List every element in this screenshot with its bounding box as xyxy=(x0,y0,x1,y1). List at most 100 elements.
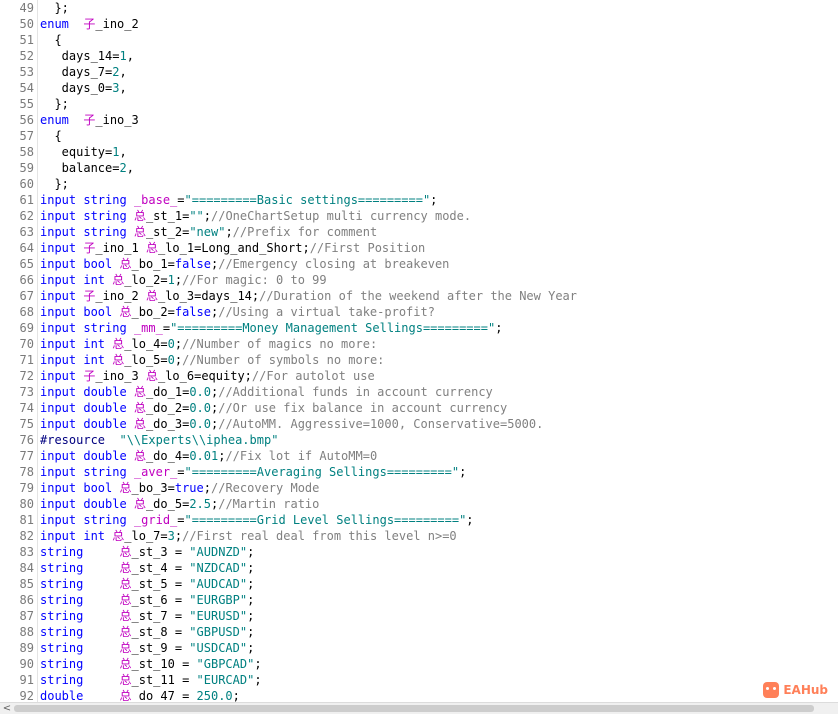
code-line[interactable]: 67 input 子_ino_2 总_lo_3=days_14;//Duratio… xyxy=(0,288,838,304)
code-line[interactable]: 89 string 总_st_9 = "USDCAD"; xyxy=(0,640,838,656)
line-source[interactable]: input 子_ino_1 总_lo_1=Long_and_Short;//Fi… xyxy=(40,240,425,256)
line-source[interactable]: input double 总_do_1=0.0;//Additional fun… xyxy=(40,384,493,400)
line-source[interactable]: }; xyxy=(40,176,68,192)
line-source[interactable]: enum 子_ino_2 xyxy=(40,16,139,32)
line-source[interactable]: equity=1, xyxy=(40,144,127,160)
code-line[interactable]: 80 input double 总_do_5=2.5;//Martin ratio xyxy=(0,496,838,512)
line-source[interactable]: { xyxy=(40,128,61,144)
line-source[interactable]: days_0=3, xyxy=(40,80,127,96)
line-source[interactable]: input string 总_st_1="";//OneChartSetup m… xyxy=(40,208,471,224)
code-line[interactable]: 64 input 子_ino_1 总_lo_1=Long_and_Short;//… xyxy=(0,240,838,256)
code-line[interactable]: 85 string 总_st_5 = "AUDCAD"; xyxy=(0,576,838,592)
code-token: _base_ xyxy=(133,193,178,207)
scrollbar-thumb[interactable] xyxy=(14,705,814,712)
code-line[interactable]: 49 }; xyxy=(0,0,838,16)
line-source[interactable]: input double 总_do_4=0.01;//Fix lot if Au… xyxy=(40,448,377,464)
line-source[interactable]: string 总_st_11 = "EURCAD"; xyxy=(40,672,262,688)
line-source[interactable]: input bool 总_bo_1=false;//Emergency clos… xyxy=(40,256,449,272)
code-token: _do_5= xyxy=(145,497,190,511)
code-token: ; xyxy=(247,641,255,655)
code-line[interactable]: 59 balance=2, xyxy=(0,160,838,176)
line-source[interactable]: string 总_st_6 = "EURGBP"; xyxy=(40,592,254,608)
code-line[interactable]: 50 enum 子_ino_2 xyxy=(0,16,838,32)
horizontal-scrollbar[interactable]: < xyxy=(0,702,838,714)
scroll-left-arrow-icon[interactable]: < xyxy=(2,703,12,714)
code-line[interactable]: 53 days_7=2, xyxy=(0,64,838,80)
line-source[interactable]: input string _mm_="=========Money Manage… xyxy=(40,320,502,336)
line-source[interactable]: input string _aver_="=========Averaging … xyxy=(40,464,466,480)
code-line[interactable]: 70 input int 总_lo_4=0;//Number of magics … xyxy=(0,336,838,352)
code-line[interactable]: 57 { xyxy=(0,128,838,144)
line-source[interactable]: enum 子_ino_3 xyxy=(40,112,139,128)
line-source[interactable]: }; xyxy=(40,96,68,112)
code-token: , xyxy=(119,145,127,159)
line-number: 87 xyxy=(19,609,34,623)
line-source[interactable]: string 总_st_7 = "EURUSD"; xyxy=(40,608,254,624)
line-source[interactable]: days_14=1, xyxy=(40,48,134,64)
code-token: _st_4 = xyxy=(131,561,190,575)
code-line[interactable]: 73 input double 总_do_1=0.0;//Additional f… xyxy=(0,384,838,400)
line-source[interactable]: input string _grid_="=========Grid Level… xyxy=(40,512,474,528)
line-source[interactable]: #resource "\\Experts\\iphea.bmp" xyxy=(40,432,278,448)
line-source[interactable]: input string _base_="=========Basic sett… xyxy=(40,192,437,208)
code-line[interactable]: 83 string 总_st_3 = "AUDNZD"; xyxy=(0,544,838,560)
code-line[interactable]: 79 input bool 总_bo_3=true;//Recovery Mode xyxy=(0,480,838,496)
code-line[interactable]: 63 input string 总_st_2="new";//Prefix for… xyxy=(0,224,838,240)
code-line[interactable]: 55 }; xyxy=(0,96,838,112)
line-source[interactable]: string 总_st_10 = "GBPCAD"; xyxy=(40,656,262,672)
line-source[interactable]: input 子_ino_2 总_lo_3=days_14;//Duration … xyxy=(40,288,577,304)
code-editor[interactable]: 49 }; 50 enum 子_ino_2 51 {52 days_14=1, 53 d… xyxy=(0,0,838,714)
line-source[interactable]: input int 总_lo_7=3;//First real deal fro… xyxy=(40,528,457,544)
code-line[interactable]: 71 input int 总_lo_5=0;//Number of symbols… xyxy=(0,352,838,368)
line-source[interactable]: input double 总_do_5=2.5;//Martin ratio xyxy=(40,496,319,512)
code-line[interactable]: 74 input double 总_do_2=0.0;//Or use fix b… xyxy=(0,400,838,416)
code-line[interactable]: 87 string 总_st_7 = "EURUSD"; xyxy=(0,608,838,624)
code-line[interactable]: 81 input string _grid_="=========Grid Lev… xyxy=(0,512,838,528)
line-source[interactable]: { xyxy=(40,32,61,48)
code-line[interactable]: 66 input int 总_lo_2=1;//For magic: 0 to 9… xyxy=(0,272,838,288)
code-line[interactable]: 75 input double 总_do_3=0.0;//AutoMM. Aggr… xyxy=(0,416,838,432)
code-line[interactable]: 77 input double 总_do_4=0.01;//Fix lot if … xyxy=(0,448,838,464)
line-source[interactable]: input int 总_lo_5=0;//Number of symbols n… xyxy=(40,352,384,368)
code-line[interactable]: 68 input bool 总_bo_2=false;//Using a virt… xyxy=(0,304,838,320)
code-line[interactable]: 58 equity=1, xyxy=(0,144,838,160)
line-source[interactable]: input int 总_lo_2=1;//For magic: 0 to 99 xyxy=(40,272,327,288)
line-source[interactable]: input double 总_do_3=0.0;//AutoMM. Aggres… xyxy=(40,416,543,432)
code-line[interactable]: 65 input bool 总_bo_1=false;//Emergency cl… xyxy=(0,256,838,272)
line-source[interactable]: input double 总_do_2=0.0;//Or use fix bal… xyxy=(40,400,507,416)
line-source[interactable]: string 总_st_4 = "NZDCAD"; xyxy=(40,560,254,576)
line-source[interactable]: input bool 总_bo_3=true;//Recovery Mode xyxy=(40,480,319,496)
line-source[interactable]: input 子_ino_3 总_lo_6=equity;//For autolo… xyxy=(40,368,375,384)
line-source[interactable]: days_7=2, xyxy=(40,64,127,80)
code-line[interactable]: 54 days_0=3, xyxy=(0,80,838,96)
line-source[interactable]: string 总_st_9 = "USDCAD"; xyxy=(40,640,254,656)
line-source[interactable]: input bool 总_bo_2=false;//Using a virtua… xyxy=(40,304,435,320)
line-source[interactable]: string 总_st_8 = "GBPUSD"; xyxy=(40,624,254,640)
code-line[interactable]: 76 #resource "\\Experts\\iphea.bmp" xyxy=(0,432,838,448)
line-source[interactable]: string 总_st_3 = "AUDNZD"; xyxy=(40,544,254,560)
code-token: 总 xyxy=(119,561,132,575)
code-token: _lo_7= xyxy=(124,529,168,543)
code-line[interactable]: 56 enum 子_ino_3 xyxy=(0,112,838,128)
code-line[interactable]: 51 { xyxy=(0,32,838,48)
code-line[interactable]: 61 input string _base_="=========Basic se… xyxy=(0,192,838,208)
line-source[interactable]: string 总_st_5 = "AUDCAD"; xyxy=(40,576,254,592)
code-token: _grid_ xyxy=(133,513,178,527)
code-line[interactable]: 88 string 总_st_8 = "GBPUSD"; xyxy=(0,624,838,640)
code-line[interactable]: 82 input int 总_lo_7=3;//First real deal f… xyxy=(0,528,838,544)
code-line[interactable]: 90 string 总_st_10 = "GBPCAD"; xyxy=(0,656,838,672)
code-token: input int xyxy=(40,529,106,543)
line-source[interactable]: }; xyxy=(40,0,68,16)
code-line[interactable]: 62 input string 总_st_1="";//OneChartSetup… xyxy=(0,208,838,224)
line-source[interactable]: balance=2, xyxy=(40,160,134,176)
line-source[interactable]: input string 总_st_2="new";//Prefix for c… xyxy=(40,224,377,240)
code-line[interactable]: 52 days_14=1, xyxy=(0,48,838,64)
code-line[interactable]: 78 input string _aver_="=========Averagin… xyxy=(0,464,838,480)
code-line[interactable]: 69 input string _mm_="=========Money Mana… xyxy=(0,320,838,336)
code-line[interactable]: 72 input 子_ino_3 总_lo_6=equity;//For auto… xyxy=(0,368,838,384)
code-line[interactable]: 86 string 总_st_6 = "EURGBP"; xyxy=(0,592,838,608)
code-line[interactable]: 60 }; xyxy=(0,176,838,192)
code-line[interactable]: 91 string 总_st_11 = "EURCAD"; xyxy=(0,672,838,688)
code-line[interactable]: 84 string 总_st_4 = "NZDCAD"; xyxy=(0,560,838,576)
line-source[interactable]: input int 总_lo_4=0;//Number of magics no… xyxy=(40,336,377,352)
